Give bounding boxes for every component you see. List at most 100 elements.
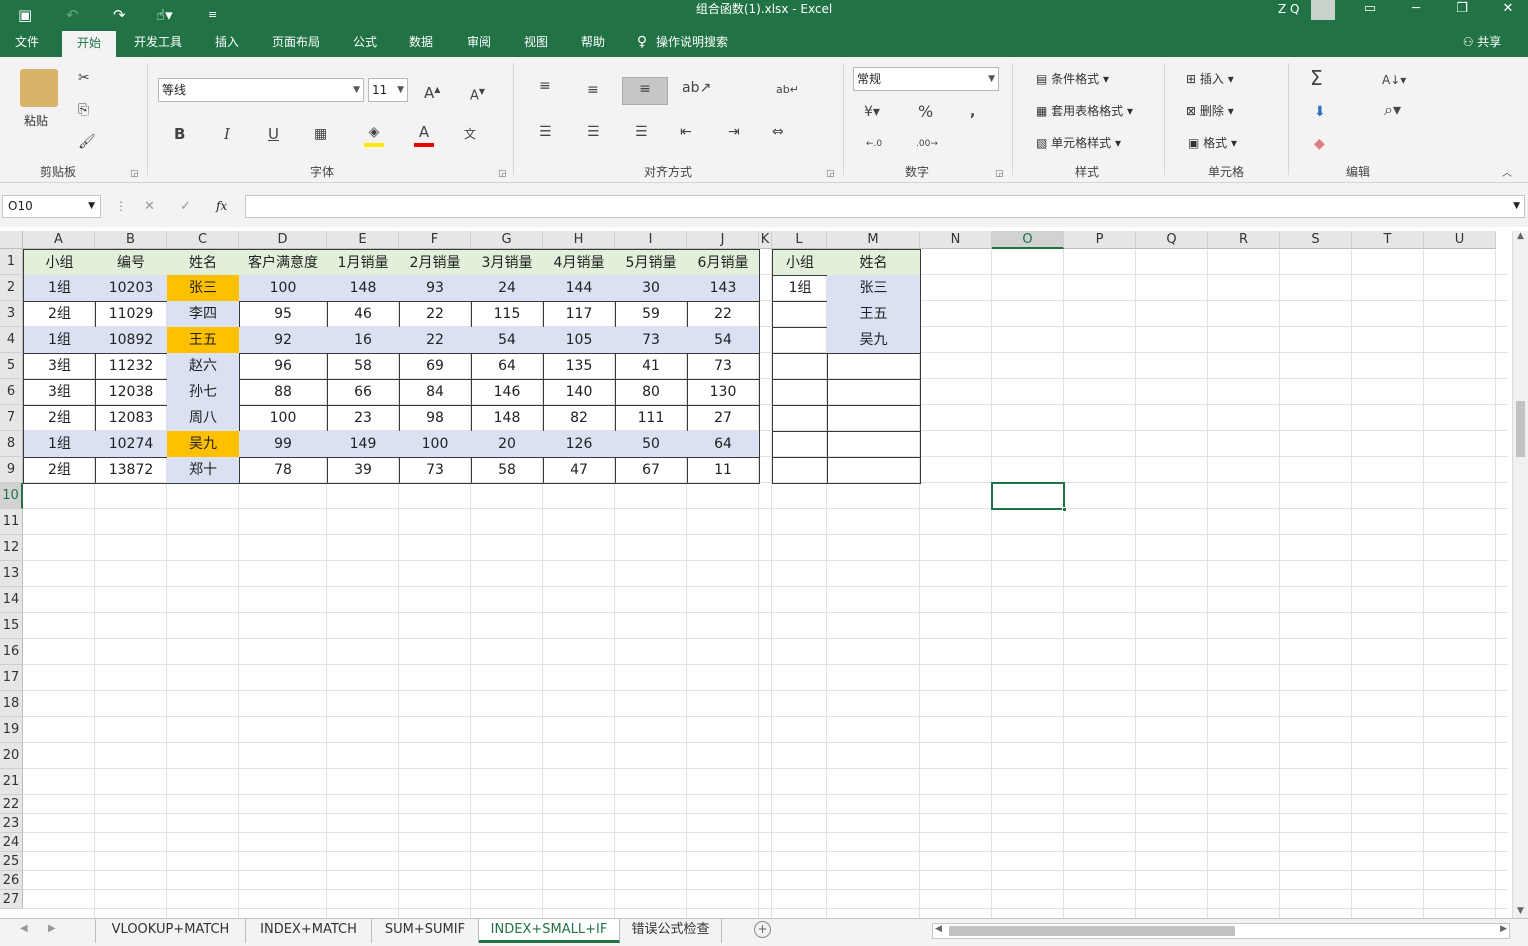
fill-handle[interactable] bbox=[1062, 507, 1067, 512]
next-sheet-icon[interactable]: ▶ bbox=[48, 923, 56, 934]
table-cell[interactable]: 39 bbox=[327, 457, 400, 484]
tab-page-layout[interactable]: 页面布局 bbox=[262, 30, 330, 57]
select-all-button[interactable] bbox=[0, 231, 23, 249]
column-header[interactable]: C bbox=[167, 231, 239, 249]
table-cell[interactable]: 80 bbox=[615, 379, 688, 406]
table-cell[interactable]: 95 bbox=[239, 301, 328, 328]
merge-icon[interactable]: ⇔ bbox=[772, 121, 784, 143]
table-cell[interactable]: 22 bbox=[687, 301, 760, 328]
row-header[interactable]: 7 bbox=[0, 405, 23, 431]
align-top-icon[interactable]: ≡ bbox=[539, 75, 551, 97]
sum-icon[interactable]: Σ bbox=[1310, 67, 1323, 89]
format-cells-button[interactable]: ▣ 格式 ▾ bbox=[1188, 133, 1237, 153]
row-header[interactable]: 23 bbox=[0, 814, 23, 833]
worksheet-grid[interactable]: ABCDEFGHIJKLMNOPQRSTU 1 2 3 4 5 6 7 8 9 10 11 12 13 1… bbox=[0, 227, 1528, 918]
table-cell[interactable] bbox=[827, 405, 921, 432]
column-header[interactable]: Q bbox=[1136, 231, 1208, 249]
table-cell[interactable]: 小组 bbox=[772, 249, 828, 276]
share-button[interactable]: ⚇ 共享 bbox=[1452, 30, 1512, 57]
column-header[interactable]: A bbox=[23, 231, 95, 249]
table-cell[interactable] bbox=[772, 405, 828, 432]
table-cell[interactable]: 146 bbox=[471, 379, 544, 406]
font-launcher-icon[interactable]: ◲ bbox=[498, 169, 507, 179]
tab-formulas[interactable]: 公式 bbox=[342, 30, 388, 57]
table-cell[interactable] bbox=[827, 431, 921, 458]
restore-icon[interactable]: ❐ bbox=[1439, 0, 1485, 18]
table-cell[interactable]: 111 bbox=[615, 405, 688, 432]
column-header[interactable]: E bbox=[327, 231, 399, 249]
table-cell[interactable]: 1月销量 bbox=[327, 249, 400, 276]
column-header[interactable]: F bbox=[399, 231, 471, 249]
tab-file[interactable]: 文件 bbox=[0, 30, 54, 57]
align-launcher-icon[interactable]: ◲ bbox=[826, 169, 835, 179]
table-cell[interactable] bbox=[827, 457, 921, 484]
horizontal-scrollbar[interactable]: ◀ ▶ bbox=[932, 923, 1510, 939]
table-cell[interactable]: 149 bbox=[327, 431, 400, 458]
table-cell[interactable]: 1组 bbox=[772, 275, 828, 302]
insert-function-icon[interactable]: fx bbox=[216, 195, 227, 218]
row-header[interactable]: 1 bbox=[0, 249, 23, 275]
sheet-tab-vlookup-match[interactable]: VLOOKUP+MATCH bbox=[95, 919, 246, 943]
active-cell-outline[interactable] bbox=[991, 482, 1067, 512]
table-cell[interactable] bbox=[772, 457, 828, 484]
table-cell[interactable]: 小组 bbox=[23, 249, 96, 276]
table-cell[interactable]: 105 bbox=[543, 327, 616, 354]
table-cell[interactable]: 3组 bbox=[23, 353, 96, 380]
table-cell[interactable]: 10274 bbox=[95, 431, 168, 458]
row-header[interactable]: 21 bbox=[0, 769, 23, 795]
column-header[interactable]: P bbox=[1064, 231, 1136, 249]
paste-icon[interactable] bbox=[20, 69, 58, 107]
table-cell[interactable]: 4月销量 bbox=[543, 249, 616, 276]
column-header[interactable]: T bbox=[1352, 231, 1424, 249]
table-cell[interactable]: 11 bbox=[687, 457, 760, 484]
scroll-down-icon[interactable]: ▼ bbox=[1513, 906, 1528, 916]
fill-icon[interactable]: ⬇ bbox=[1314, 101, 1326, 123]
column-header[interactable]: K bbox=[759, 231, 772, 249]
number-launcher-icon[interactable]: ◲ bbox=[995, 169, 1004, 179]
table-cell[interactable]: 王五 bbox=[167, 327, 240, 354]
sort-filter-icon[interactable]: A↓▾ bbox=[1382, 69, 1406, 91]
column-header[interactable]: S bbox=[1280, 231, 1352, 249]
align-middle-icon[interactable]: ≡ bbox=[587, 79, 599, 101]
table-cell[interactable]: 12083 bbox=[95, 405, 168, 432]
name-box[interactable]: O10 ▼ bbox=[2, 195, 101, 218]
underline-icon[interactable]: U bbox=[268, 123, 279, 145]
align-left-icon[interactable]: ☰ bbox=[539, 121, 552, 143]
table-cell[interactable]: 李四 bbox=[167, 301, 240, 328]
cancel-icon[interactable]: ✕ bbox=[144, 195, 155, 218]
table-cell[interactable] bbox=[827, 353, 921, 380]
insert-cells-button[interactable]: ⊞ 插入 ▾ bbox=[1186, 69, 1234, 89]
table-cell[interactable] bbox=[772, 353, 828, 380]
font-color-icon[interactable]: A bbox=[414, 121, 434, 147]
align-center-icon[interactable]: ☰ bbox=[587, 121, 600, 143]
column-header[interactable]: U bbox=[1424, 231, 1496, 249]
formula-input[interactable]: ▼ bbox=[245, 195, 1525, 218]
delete-cells-button[interactable]: ⊠ 删除 ▾ bbox=[1186, 101, 1234, 121]
font-name-select[interactable]: 等线 ▼ bbox=[158, 78, 364, 102]
table-cell[interactable]: 3组 bbox=[23, 379, 96, 406]
row-header[interactable]: 25 bbox=[0, 852, 23, 871]
table-cell[interactable]: 54 bbox=[687, 327, 760, 354]
table-cell[interactable]: 117 bbox=[543, 301, 616, 328]
comma-icon[interactable]: , bbox=[970, 101, 975, 123]
table-cell[interactable]: 王五 bbox=[827, 301, 921, 328]
table-cell[interactable]: 张三 bbox=[827, 275, 921, 302]
table-cell[interactable]: 客户满意度 bbox=[239, 249, 328, 276]
table-cell[interactable]: 67 bbox=[615, 457, 688, 484]
table-cell[interactable]: 78 bbox=[239, 457, 328, 484]
table-cell[interactable]: 编号 bbox=[95, 249, 168, 276]
table-cell[interactable]: 41 bbox=[615, 353, 688, 380]
row-header[interactable]: 24 bbox=[0, 833, 23, 852]
table-cell[interactable]: 100 bbox=[399, 431, 472, 458]
table-cell[interactable]: 143 bbox=[687, 275, 760, 302]
table-cell[interactable]: 1组 bbox=[23, 275, 96, 302]
row-header[interactable]: 14 bbox=[0, 587, 23, 613]
table-cell[interactable]: 140 bbox=[543, 379, 616, 406]
table-cell[interactable]: 吴九 bbox=[167, 431, 240, 458]
table-cell[interactable]: 孙七 bbox=[167, 379, 240, 406]
close-icon[interactable]: ✕ bbox=[1485, 0, 1528, 18]
row-header[interactable]: 17 bbox=[0, 665, 23, 691]
bold-icon[interactable]: B bbox=[174, 123, 185, 145]
row-header[interactable]: 9 bbox=[0, 457, 23, 483]
table-cell[interactable]: 130 bbox=[687, 379, 760, 406]
